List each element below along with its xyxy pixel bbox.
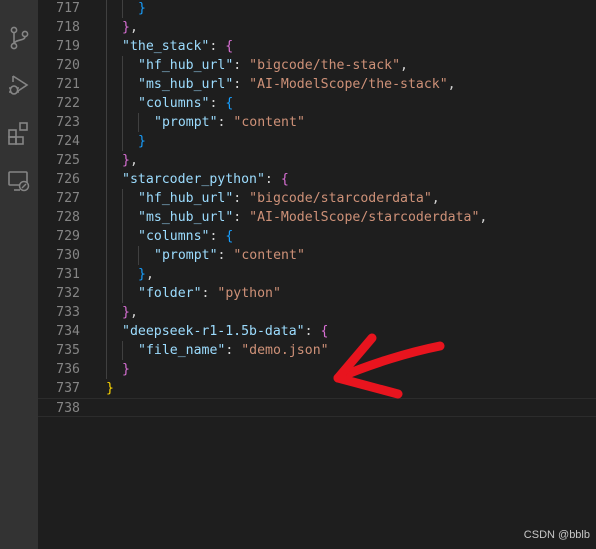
red-arrow-annotation xyxy=(333,333,445,399)
watermark: CSDN @bblb xyxy=(523,529,590,541)
